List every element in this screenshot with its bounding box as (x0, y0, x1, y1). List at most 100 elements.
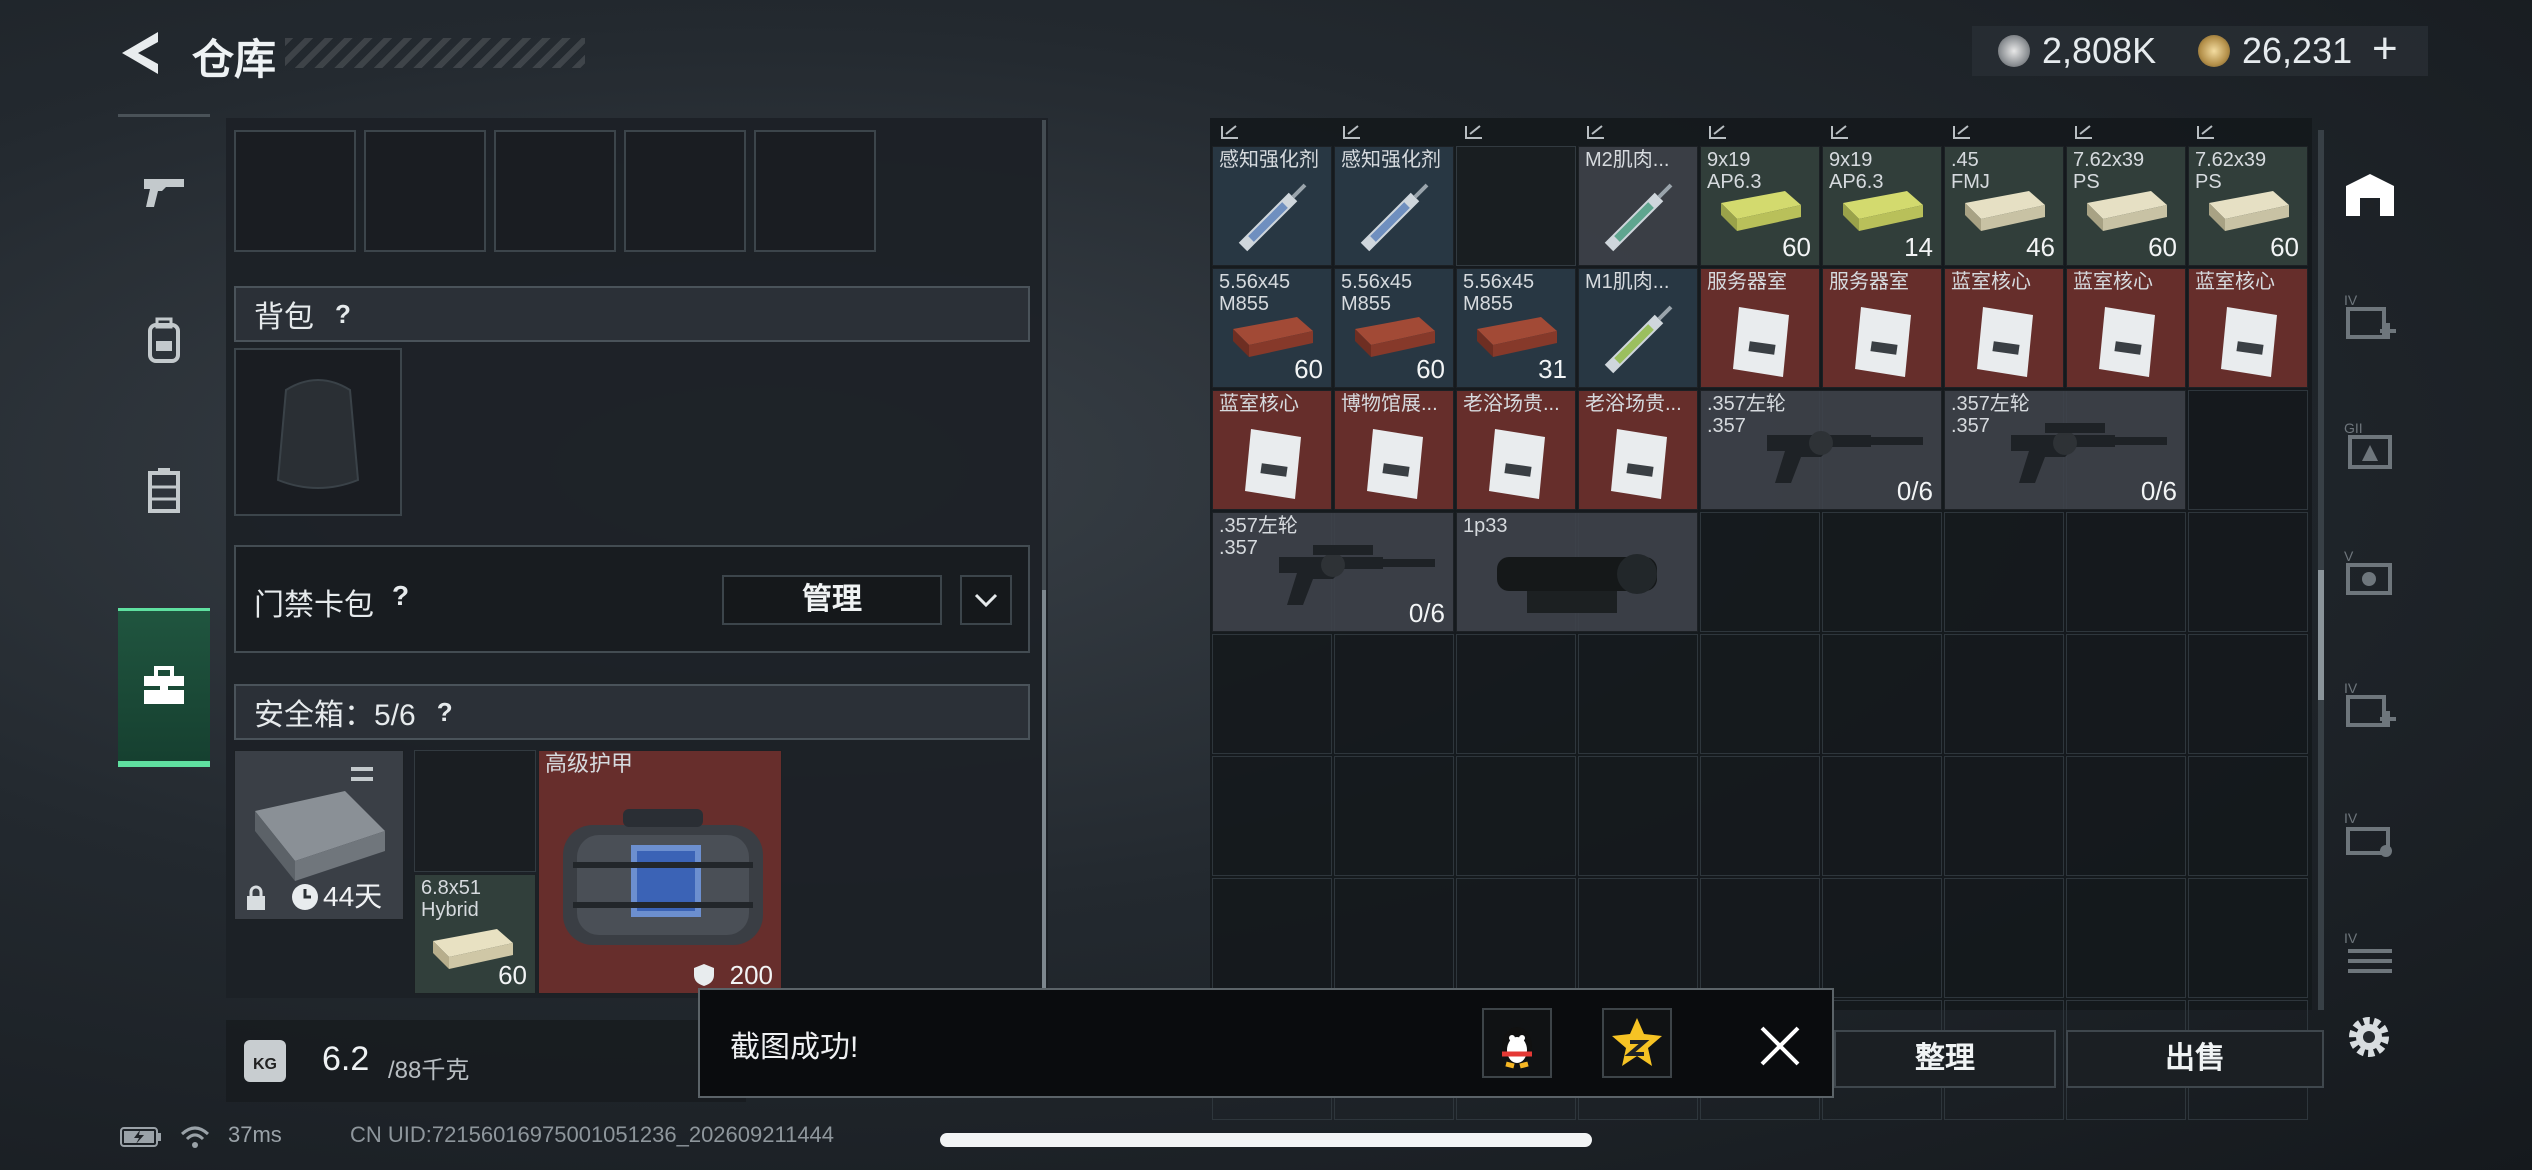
sidebar-storage-expansion-4[interactable]: IV (2332, 660, 2408, 750)
safe-box-empty-slot[interactable] (414, 750, 536, 872)
grid-cell[interactable] (2066, 756, 2186, 876)
inventory-item[interactable]: 感知强化剂 (1212, 146, 1332, 266)
grid-cell[interactable] (1944, 512, 2064, 632)
inventory-item[interactable]: 服务器室 (1822, 268, 1942, 388)
grid-cell[interactable] (2188, 390, 2308, 510)
grid-cell[interactable] (1578, 878, 1698, 998)
pocket-slot[interactable] (234, 130, 356, 252)
sidebar-storage-expansion-5[interactable]: IV (2332, 790, 2408, 880)
close-icon[interactable] (1752, 1018, 1808, 1074)
inventory-item[interactable]: .357左轮 .357 0/6 (1700, 390, 1942, 510)
grid-cell[interactable] (2188, 756, 2308, 876)
inventory-item[interactable]: 感知强化剂 (1334, 146, 1454, 266)
grid-cell[interactable] (1334, 634, 1454, 754)
empty-grid-cell[interactable] (1456, 146, 1576, 266)
grid-cell[interactable] (2188, 878, 2308, 998)
inventory-item[interactable]: 高级护甲 200 (538, 750, 782, 994)
inventory-item[interactable]: 蓝室核心 (1212, 390, 1332, 510)
grid-cell[interactable] (2188, 634, 2308, 754)
grid-cell[interactable] (1578, 634, 1698, 754)
add-currency-button[interactable]: + (2372, 24, 2398, 74)
grid-cell[interactable] (1700, 878, 1820, 998)
backpack-slot[interactable] (234, 348, 402, 516)
syringe-icon (1238, 183, 1307, 252)
keycard-label: 门禁卡包 (254, 589, 374, 622)
inventory-item[interactable]: M2肌肉... (1578, 146, 1698, 266)
manage-keycard-button[interactable]: 管理 (722, 575, 942, 625)
grid-cell[interactable] (1212, 756, 1332, 876)
inventory-item[interactable]: 蓝室核心 (2188, 268, 2308, 388)
weight-current: 6.2 (322, 1040, 370, 1078)
sell-button[interactable]: 出售 (2066, 1030, 2324, 1088)
inventory-item[interactable]: 7.62x39 PS 60 (2188, 146, 2308, 266)
inventory-item[interactable]: 7.62x39 PS 60 (2066, 146, 2186, 266)
grid-cell[interactable] (1700, 512, 1820, 632)
inventory-item[interactable]: 老浴场贵... (1456, 390, 1576, 510)
inventory-item[interactable]: 5.56x45 M855 60 (1212, 268, 1332, 388)
organize-button[interactable]: 整理 (1834, 1030, 2056, 1088)
inventory-item[interactable]: 蓝室核心 (1944, 268, 2064, 388)
grid-cell[interactable] (1578, 756, 1698, 876)
grid-cell[interactable] (1700, 634, 1820, 754)
grid-cell[interactable] (1456, 634, 1576, 754)
grid-cell[interactable] (1944, 634, 2064, 754)
warehouse-scrollbar-thumb[interactable] (2318, 570, 2324, 700)
pocket-slot[interactable] (754, 130, 876, 252)
grid-cell[interactable] (1212, 634, 1332, 754)
share-qzone-button[interactable] (1602, 1008, 1672, 1078)
grid-cell[interactable] (2066, 512, 2186, 632)
sidebar-storage-tab[interactable] (2332, 150, 2408, 240)
inventory-item[interactable]: 1p33 (1456, 512, 1698, 632)
inventory-item[interactable]: 老浴场贵... (1578, 390, 1698, 510)
grid-cell[interactable] (2188, 512, 2308, 632)
pocket-slot[interactable] (364, 130, 486, 252)
home-indicator[interactable] (940, 1133, 1592, 1147)
back-arrow-icon[interactable] (118, 28, 164, 78)
help-icon[interactable]: ? (430, 697, 460, 727)
settings-gear-icon[interactable] (2342, 1010, 2396, 1064)
keycard-dropdown-button[interactable] (960, 575, 1012, 625)
grid-cell[interactable] (1944, 878, 2064, 998)
grid-cell[interactable] (1822, 634, 1942, 754)
sidebar-storage-expansion-2[interactable]: GII (2332, 400, 2408, 490)
nav-safe-box[interactable] (118, 608, 210, 767)
sidebar-storage-expansion-6[interactable]: IV (2332, 910, 2408, 1000)
grid-cell[interactable] (1212, 878, 1332, 998)
inventory-item[interactable]: M1肌肉... (1578, 268, 1698, 388)
grid-cell[interactable] (1334, 756, 1454, 876)
share-qq-button[interactable] (1482, 1008, 1552, 1078)
grid-cell[interactable] (1822, 512, 1942, 632)
grid-cell[interactable] (1456, 878, 1576, 998)
grid-cell[interactable] (1944, 756, 2064, 876)
inventory-item[interactable]: 9x19 AP6.3 60 (1700, 146, 1820, 266)
inventory-item[interactable]: .357左轮 .357 0/6 (1212, 512, 1454, 632)
inventory-item[interactable]: .45 FMJ 46 (1944, 146, 2064, 266)
help-icon[interactable]: ? (392, 580, 409, 612)
inventory-item[interactable]: 服务器室 (1700, 268, 1820, 388)
grid-cell[interactable] (1822, 756, 1942, 876)
grid-cell[interactable] (1334, 878, 1454, 998)
nav-equipment[interactable] (118, 266, 210, 416)
pocket-slot[interactable] (494, 130, 616, 252)
inventory-item[interactable]: 9x19 AP6.3 14 (1822, 146, 1942, 266)
pocket-slot[interactable] (624, 130, 746, 252)
inventory-item[interactable]: 蓝室核心 (2066, 268, 2186, 388)
inventory-item[interactable]: 6.8x51 Hybrid 60 (414, 874, 536, 994)
grid-cell[interactable] (2066, 878, 2186, 998)
inventory-item[interactable]: 5.56x45 M855 31 (1456, 268, 1576, 388)
inventory-item[interactable]: 博物馆展... (1334, 390, 1454, 510)
left-scrollbar-thumb[interactable] (1042, 590, 1046, 990)
help-icon[interactable]: ? (328, 299, 358, 329)
gold-coin-icon (2198, 35, 2230, 67)
grid-cell[interactable] (2066, 634, 2186, 754)
inventory-item[interactable]: 5.56x45 M855 60 (1334, 268, 1454, 388)
nav-storage[interactable] (118, 416, 210, 566)
inventory-item[interactable]: .357左轮 .357 0/6 (1944, 390, 2186, 510)
grid-cell[interactable] (1456, 756, 1576, 876)
grid-cell[interactable] (1822, 878, 1942, 998)
sidebar-storage-expansion-3[interactable]: V (2332, 528, 2408, 618)
safe-box-container[interactable]: 44天 (234, 750, 404, 920)
nav-weapons[interactable] (118, 116, 210, 266)
grid-cell[interactable] (1700, 756, 1820, 876)
sidebar-storage-expansion-1[interactable]: IV (2332, 272, 2408, 362)
